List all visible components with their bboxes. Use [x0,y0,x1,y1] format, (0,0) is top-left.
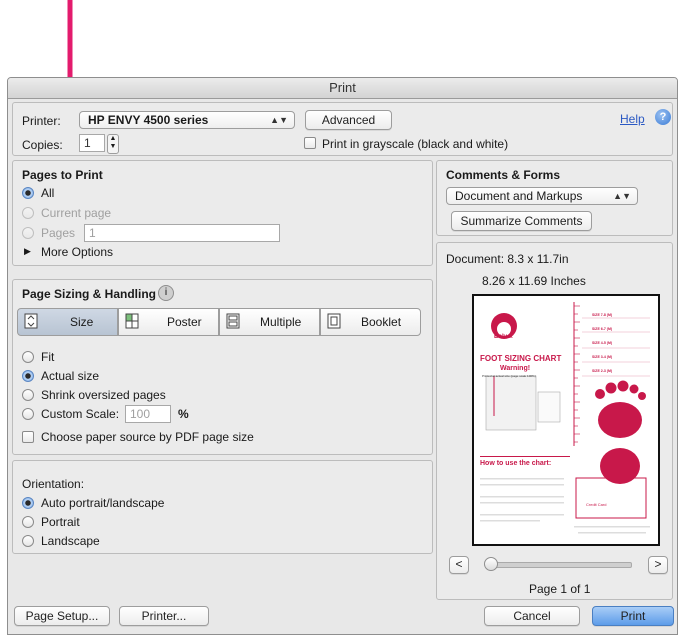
poster-icon [125,313,139,329]
shrink-radio[interactable] [22,389,34,401]
size-row: SIZE 2-3 (M) [592,369,613,373]
document-size-label: Document: 8.3 x 11.7in [446,252,569,266]
page-slider-thumb[interactable] [484,557,498,571]
pages-range-input[interactable]: 1 [84,224,280,242]
tab-size[interactable]: Size [17,308,118,336]
comments-select[interactable]: Document and Markups ▲▼ [446,187,638,205]
info-icon[interactable]: i [158,285,174,301]
orientation-header: Orientation: [22,477,85,491]
printer-button[interactable]: Printer... [119,606,209,626]
disclosure-triangle-icon[interactable]: ▶ [24,246,31,257]
preview-card-text: Credit Card [586,502,607,507]
multiple-icon [226,313,240,329]
grayscale-label[interactable]: Print in grayscale (black and white) [322,137,508,151]
size-row: SIZE 3-4 (M) [592,355,613,359]
paper-source-label[interactable]: Choose paper source by PDF page size [41,430,254,444]
size-row: SIZE 4-5 (M) [592,341,613,345]
fit-radio[interactable] [22,351,34,363]
preview-subnote: Printed at actual size (page scale 100%) [482,374,536,378]
grayscale-checkbox[interactable] [304,137,316,149]
cancel-button[interactable]: Cancel [484,606,580,626]
shrink-label[interactable]: Shrink oversized pages [41,388,166,402]
pages-all-label[interactable]: All [41,186,54,200]
next-page-button[interactable]: > [648,556,668,574]
info-icon-glyph: i [164,287,168,298]
document-inches-label: 8.26 x 11.69 Inches [482,274,586,288]
page-indicator: Page 1 of 1 [529,582,591,596]
custom-scale-input[interactable]: 100 [125,405,171,423]
window-title: Print [8,78,677,99]
pages-range-radio[interactable] [22,227,34,239]
page-slider-track[interactable] [488,562,632,568]
advanced-button[interactable]: Advanced [305,110,392,130]
preview-title: FOOT SIZING CHART [480,354,562,363]
preview-brand: Bobux [494,334,513,340]
size-row: SIZE 6-7 (M) [592,327,613,331]
auto-orientation-radio[interactable] [22,497,34,509]
copies-input[interactable]: 1 [79,134,105,152]
tab-size-label: Size [70,315,94,329]
copies-stepper[interactable]: ▲ ▼ [107,134,119,154]
custom-scale-radio[interactable] [22,408,34,420]
size-icon [24,313,38,329]
preview-size-rows: SIZE 7-8 (M) SIZE 6-7 (M) SIZE 4-5 (M) S… [592,308,612,378]
pages-all-radio[interactable] [22,187,34,199]
help-icon-glyph: ? [659,111,667,123]
pages-range-label[interactable]: Pages [41,226,75,240]
tab-multiple-label: Multiple [260,315,302,329]
tab-poster[interactable]: Poster [118,308,219,336]
custom-scale-label[interactable]: Custom Scale: [41,407,119,421]
print-button[interactable]: Print [592,606,674,626]
more-options-label[interactable]: More Options [41,245,113,259]
landscape-label[interactable]: Landscape [41,534,100,548]
portrait-label[interactable]: Portrait [41,515,80,529]
actual-size-radio[interactable] [22,370,34,382]
sizing-header: Page Sizing & Handling [22,287,157,301]
pages-current-label[interactable]: Current page [41,206,111,220]
auto-orientation-label[interactable]: Auto portrait/landscape [41,496,164,510]
preview-how-title: How to use the chart: [480,460,552,467]
actual-size-label[interactable]: Actual size [41,369,99,383]
tab-multiple[interactable]: Multiple [219,308,320,336]
landscape-radio[interactable] [22,535,34,547]
updown-arrows-icon: ▲▼ [270,115,288,125]
comments-select-value: Document and Markups [455,189,583,203]
sizing-panel [12,279,433,455]
paper-source-checkbox[interactable] [22,431,34,443]
prev-page-button[interactable]: < [449,556,469,574]
size-row: SIZE 7-8 (M) [592,313,613,317]
summarize-comments-button[interactable]: Summarize Comments [451,211,592,231]
preview-warning: Warning! [500,365,531,372]
tab-poster-label: Poster [167,315,202,329]
pages-header: Pages to Print [22,168,103,182]
prev-page-glyph: < [455,557,463,571]
fit-label[interactable]: Fit [41,350,54,364]
tab-booklet-label: Booklet [361,315,402,329]
portrait-radio[interactable] [22,516,34,528]
copies-label: Copies: [22,138,63,152]
page-setup-button[interactable]: Page Setup... [14,606,110,626]
help-link[interactable]: Help [620,112,645,126]
printer-select-value: HP ENVY 4500 series [88,113,209,127]
printer-label: Printer: [22,114,61,128]
page-preview: Bobux FOOT SIZING CHART Warning! Printed… [472,294,660,546]
help-icon[interactable]: ? [655,109,671,125]
updown-arrows-icon: ▲▼ [613,191,631,201]
tab-booklet[interactable]: Booklet [320,308,421,336]
printer-select[interactable]: HP ENVY 4500 series ▲▼ [79,111,295,129]
next-page-glyph: > [654,557,662,571]
percent-label: % [178,407,189,421]
comments-header: Comments & Forms [446,168,561,182]
booklet-icon [327,313,341,329]
pages-current-radio[interactable] [22,207,34,219]
